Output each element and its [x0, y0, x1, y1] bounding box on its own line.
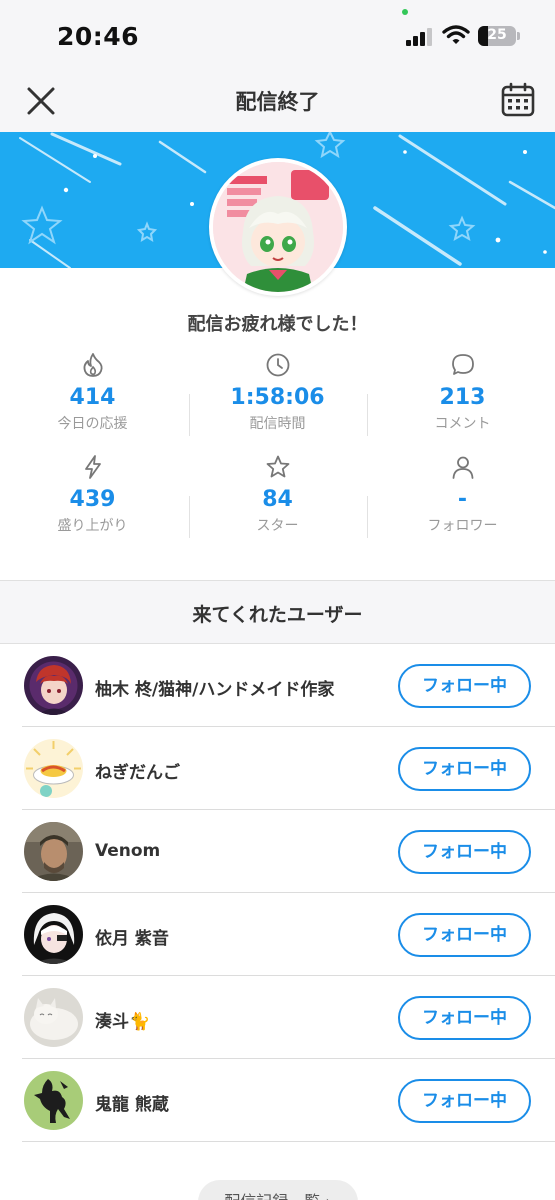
streamer-avatar-image: [213, 162, 343, 292]
stat-value: 414: [69, 385, 116, 410]
following-button[interactable]: フォロー中: [398, 1079, 531, 1123]
avatar[interactable]: [24, 988, 83, 1047]
user-name: Venom: [95, 841, 161, 861]
battery-cap: [517, 32, 520, 40]
wifi-icon: [442, 25, 470, 44]
lightning-icon: [84, 455, 101, 479]
list-item[interactable]: Venom フォロー中: [22, 810, 555, 893]
stat-label: 配信時間: [249, 416, 306, 432]
list-item[interactable]: 柚木 柊/猫神/ハンドメイド作家 フォロー中: [22, 644, 555, 727]
nav-bar: 配信終了: [0, 70, 555, 132]
following-button[interactable]: フォロー中: [398, 664, 531, 708]
stat-excitement: 439 盛り上がり: [0, 454, 185, 535]
battery-icon: 25: [478, 26, 516, 46]
stat-followers: - フォロワー: [370, 454, 555, 535]
battery-percent: 25: [487, 27, 507, 43]
star-icon: [266, 455, 289, 478]
person-icon: [452, 456, 473, 479]
privacy-indicator-icon: [402, 9, 408, 15]
stat-label: コメント: [434, 416, 491, 432]
avatar[interactable]: [24, 905, 83, 964]
user-name: 依月 紫音: [95, 929, 169, 949]
divider: [367, 496, 368, 538]
visitors-section-header: 来てくれたユーザー: [0, 580, 555, 644]
thanks-message: 配信お疲れ様でした！: [187, 314, 368, 335]
stat-duration: 1:58:06 配信時間: [185, 352, 370, 433]
following-button[interactable]: フォロー中: [398, 747, 531, 791]
stream-history-button[interactable]: 配信記録一覧 ›: [198, 1180, 358, 1200]
stats-panel: 414 今日の応援 1:58:06 配信時間 213 コメント 439 盛り上が…: [0, 352, 555, 552]
divider: [367, 394, 368, 436]
user-name: ねぎだんご: [95, 763, 180, 783]
following-button[interactable]: フォロー中: [398, 830, 531, 874]
stat-stars: 84 スター: [185, 454, 370, 535]
signal-icon: [406, 28, 434, 46]
following-button[interactable]: フォロー中: [398, 913, 531, 957]
visitor-list: 柚木 柊/猫神/ハンドメイド作家 フォロー中 ねぎだんご フォロー中 Venom: [0, 644, 555, 1142]
status-time: 20:46: [57, 22, 140, 51]
divider: [189, 394, 190, 436]
stat-support: 414 今日の応援: [0, 352, 185, 433]
stat-value: 84: [262, 487, 293, 512]
stat-value: 439: [69, 487, 116, 512]
stat-label: スター: [256, 518, 299, 534]
comment-icon: [451, 354, 474, 375]
status-bar: 20:46 25: [0, 0, 555, 70]
stat-value: 1:58:06: [230, 385, 325, 410]
stat-label: 今日の応援: [57, 416, 128, 432]
avatar[interactable]: [24, 739, 83, 798]
stat-label: フォロワー: [427, 518, 498, 534]
page-title: 配信終了: [235, 90, 320, 114]
stat-comments: 213 コメント: [370, 352, 555, 433]
user-name: 鬼龍 熊蔵: [95, 1095, 169, 1115]
following-button[interactable]: フォロー中: [398, 996, 531, 1040]
divider: [189, 496, 190, 538]
list-item[interactable]: 依月 紫音 フォロー中: [22, 893, 555, 976]
avatar[interactable]: [24, 1071, 83, 1130]
stat-label: 盛り上がり: [57, 518, 128, 534]
stat-value: 213: [439, 385, 486, 410]
calendar-icon[interactable]: [500, 82, 536, 118]
list-item[interactable]: ねぎだんご フォロー中: [22, 727, 555, 810]
avatar[interactable]: [24, 822, 83, 881]
list-item[interactable]: 湊斗🐈 フォロー中: [22, 976, 555, 1059]
list-item[interactable]: 鬼龍 熊蔵 フォロー中: [22, 1059, 555, 1142]
user-name: 湊斗🐈: [95, 1012, 151, 1032]
stat-value: -: [457, 487, 468, 512]
flame-icon: [83, 353, 103, 377]
section-title: 来てくれたユーザー: [192, 604, 363, 626]
user-name: 柚木 柊/猫神/ハンドメイド作家: [95, 680, 335, 700]
streamer-avatar: [209, 158, 347, 296]
clock-icon: [266, 353, 289, 377]
avatar[interactable]: [24, 656, 83, 715]
